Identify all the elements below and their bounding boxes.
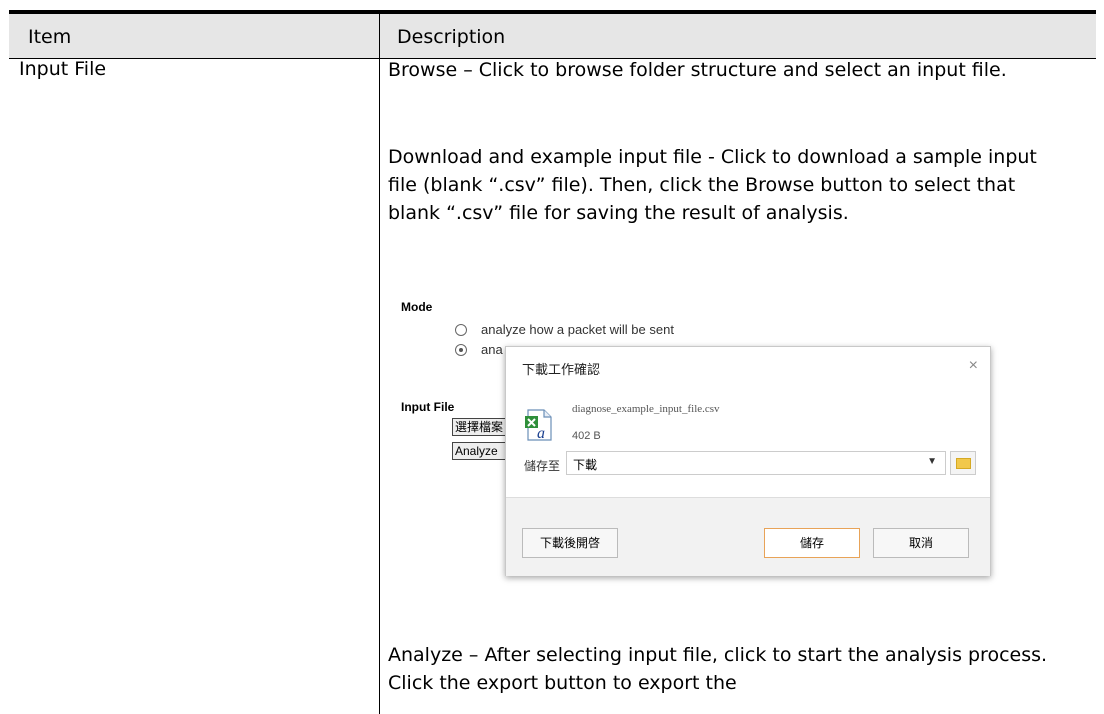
header-description: Description bbox=[397, 26, 506, 48]
csv-file-icon: a bbox=[525, 409, 552, 441]
item-input-file: Input File bbox=[19, 58, 107, 80]
desc-browse: Browse – Click to browse folder structur… bbox=[388, 59, 1007, 81]
dialog-footer: 下載後開啓 儲存 取消 bbox=[506, 497, 990, 576]
desc-analyze: Analyze – After selecting input file, cl… bbox=[388, 644, 1048, 694]
open-after-download-button[interactable]: 下載後開啓 bbox=[522, 528, 618, 558]
close-icon[interactable]: × bbox=[969, 357, 978, 375]
save-to-select[interactable]: 下載 ▼ bbox=[566, 451, 946, 475]
mode-label: Mode bbox=[401, 300, 433, 314]
header-item: Item bbox=[28, 26, 72, 48]
desc-download-example: Download and example input file - Click … bbox=[388, 146, 1037, 224]
file-size: 402 B bbox=[572, 430, 601, 442]
browse-folder-button[interactable] bbox=[950, 451, 976, 475]
radio-analyze-other-label: ana bbox=[481, 342, 503, 357]
radio-analyze-send[interactable] bbox=[455, 324, 467, 336]
chevron-down-icon: ▼ bbox=[927, 456, 937, 467]
radio-analyze-send-label: analyze how a packet will be sent bbox=[481, 322, 674, 337]
choose-file-button[interactable]: 選擇檔案 bbox=[452, 418, 508, 436]
svg-text:a: a bbox=[537, 425, 545, 441]
save-to-value: 下載 bbox=[573, 458, 598, 472]
dialog-title: 下載工作確認 bbox=[522, 362, 601, 377]
input-file-label: Input File bbox=[401, 400, 455, 414]
file-name: diagnose_example_input_file.csv bbox=[572, 403, 720, 415]
analyze-button[interactable]: Analyze bbox=[452, 442, 508, 460]
column-divider bbox=[379, 14, 380, 714]
save-to-label: 儲存至 bbox=[524, 459, 561, 473]
folder-icon bbox=[956, 458, 971, 469]
save-button[interactable]: 儲存 bbox=[764, 528, 860, 558]
radio-analyze-other[interactable] bbox=[455, 344, 467, 356]
cancel-button[interactable]: 取消 bbox=[873, 528, 969, 558]
download-confirm-dialog: 下載工作確認 × a diagnose_example_input_file.c… bbox=[505, 346, 991, 576]
table-header: Item Description bbox=[9, 14, 1096, 59]
